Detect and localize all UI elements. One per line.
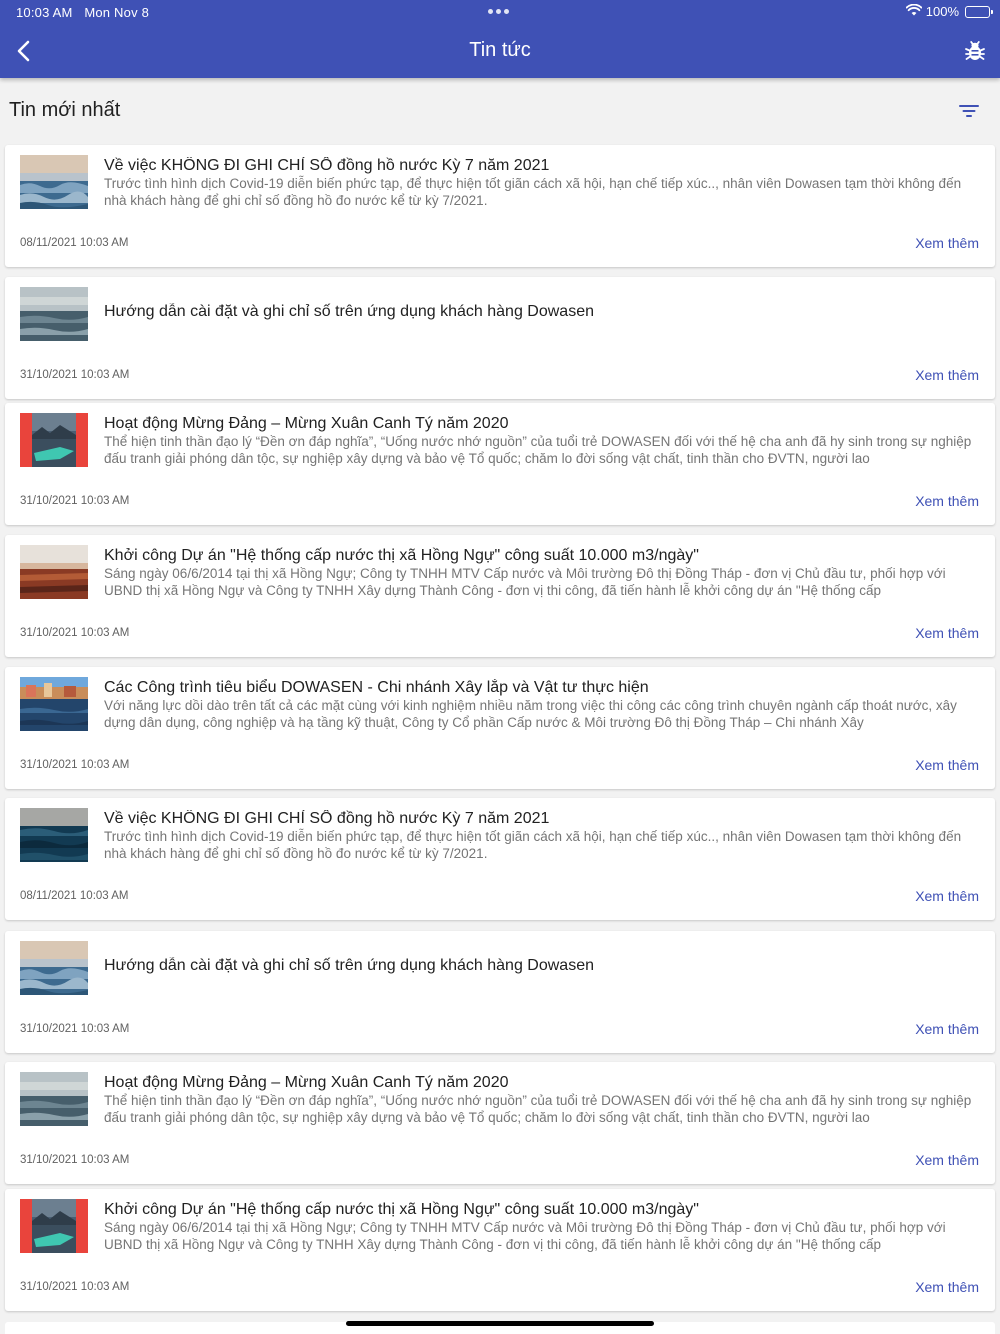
news-date: 31/10/2021 10:03 AM — [20, 369, 130, 381]
battery-percent: 100% — [925, 4, 959, 19]
news-thumbnail[interactable] — [20, 413, 88, 467]
news-title[interactable]: Hướng dẫn cài đặt và ghi chỉ số trên ứng… — [104, 957, 981, 975]
news-card[interactable]: Hoạt động Mừng Đảng – Mừng Xuân Canh Tý … — [5, 1062, 995, 1184]
news-thumbnail[interactable] — [20, 808, 88, 862]
news-thumbnail[interactable] — [20, 1199, 88, 1253]
page-title: Tin tức — [469, 39, 531, 61]
news-title[interactable]: Hướng dẫn cài đặt và ghi chỉ số trên ứng… — [104, 303, 981, 321]
status-right: 100% — [905, 3, 993, 19]
news-thumbnail[interactable] — [20, 155, 88, 209]
battery-icon — [965, 5, 993, 18]
section-title: Tin mới nhất — [9, 99, 121, 121]
wifi-icon — [905, 3, 923, 19]
news-thumbnail[interactable] — [20, 677, 88, 731]
bug-icon — [965, 41, 985, 60]
back-button[interactable] — [10, 36, 38, 66]
app-bar: 10:03 AM Mon Nov 8 100% Tin tức — [0, 0, 1000, 78]
status-bar: 10:03 AM Mon Nov 8 100% — [0, 0, 1000, 24]
news-thumbnail[interactable] — [20, 287, 88, 341]
filter-icon — [959, 105, 979, 117]
news-card[interactable]: Hoạt động Mừng Đảng – Mừng Xuân Canh Tý … — [5, 403, 995, 525]
news-date: 31/10/2021 10:03 AM — [20, 1281, 130, 1293]
news-description: Trước tình hình dịch Covid-19 diễn biến … — [104, 829, 962, 861]
filter-button[interactable] — [958, 100, 980, 122]
news-thumbnail[interactable] — [20, 941, 88, 995]
news-title[interactable]: Khởi công Dự án "Hệ thống cấp nước thị x… — [104, 547, 981, 565]
news-card[interactable]: Khởi công Dự án "Hệ thống cấp nước thị x… — [5, 1189, 995, 1311]
news-description: Với năng lực dồi dào trên tất cả các mặt… — [104, 698, 957, 730]
news-title[interactable]: Các Công trình tiêu biểu DOWASEN - Chi n… — [104, 679, 981, 697]
news-title[interactable]: Hoạt động Mừng Đảng – Mừng Xuân Canh Tý … — [104, 415, 981, 433]
read-more-link[interactable]: Xem thêm — [915, 1279, 979, 1295]
status-time: 10:03 AM — [16, 5, 73, 20]
news-description: Thể hiện tinh thần đạo lý “Đền ơn đáp ng… — [104, 1093, 972, 1125]
news-date: 31/10/2021 10:03 AM — [20, 1154, 130, 1166]
news-description: Thể hiện tinh thần đạo lý “Đền ơn đáp ng… — [104, 434, 972, 466]
news-date: 08/11/2021 10:03 AM — [20, 890, 129, 902]
news-card[interactable]: Hướng dẫn cài đặt và ghi chỉ số trên ứng… — [5, 277, 995, 399]
debug-button[interactable] — [962, 38, 988, 64]
news-card[interactable]: Hướng dẫn cài đặt và ghi chỉ số trên ứng… — [5, 931, 995, 1053]
multitasking-dots-icon[interactable] — [488, 9, 509, 14]
read-more-link[interactable]: Xem thêm — [915, 367, 979, 383]
read-more-link[interactable]: Xem thêm — [915, 1021, 979, 1037]
status-left: 10:03 AM Mon Nov 8 — [16, 5, 149, 20]
status-date: Mon Nov 8 — [84, 5, 150, 20]
news-date: 31/10/2021 10:03 AM — [20, 1023, 130, 1035]
chevron-left-icon — [17, 40, 30, 62]
news-title[interactable]: Hoạt động Mừng Đảng – Mừng Xuân Canh Tý … — [104, 1074, 981, 1092]
read-more-link[interactable]: Xem thêm — [915, 1152, 979, 1168]
news-card[interactable]: Khởi công Dự án "Hệ thống cấp nước thị x… — [5, 535, 995, 657]
news-title[interactable]: Khởi công Dự án "Hệ thống cấp nước thị x… — [104, 1201, 981, 1219]
read-more-link[interactable]: Xem thêm — [915, 235, 979, 251]
news-card[interactable]: Về việc KHÔNG ĐI GHI CHỈ SỐ đồng hồ nước… — [5, 798, 995, 920]
news-description: Sáng ngày 06/6/2014 tại thị xã Hồng Ngự;… — [104, 1220, 946, 1252]
news-date: 31/10/2021 10:03 AM — [20, 759, 130, 771]
news-title[interactable]: Về việc KHÔNG ĐI GHI CHỈ SỐ đồng hồ nước… — [104, 157, 981, 175]
news-date: 31/10/2021 10:03 AM — [20, 495, 130, 507]
news-description: Trước tình hình dịch Covid-19 diễn biến … — [104, 176, 962, 208]
news-card[interactable]: Các Công trình tiêu biểu DOWASEN - Chi n… — [5, 667, 995, 789]
read-more-link[interactable]: Xem thêm — [915, 757, 979, 773]
news-card[interactable]: Về việc KHÔNG ĐI GHI CHỈ SỐ đồng hồ nước… — [5, 145, 995, 267]
home-indicator[interactable] — [346, 1321, 654, 1326]
read-more-link[interactable]: Xem thêm — [915, 493, 979, 509]
read-more-link[interactable]: Xem thêm — [915, 888, 979, 904]
news-title[interactable]: Về việc KHÔNG ĐI GHI CHỈ SỐ đồng hồ nước… — [104, 810, 981, 828]
news-description: Sáng ngày 06/6/2014 tại thị xã Hồng Ngự;… — [104, 566, 946, 598]
news-date: 08/11/2021 10:03 AM — [20, 237, 129, 249]
news-thumbnail[interactable] — [20, 1072, 88, 1126]
news-thumbnail[interactable] — [20, 545, 88, 599]
read-more-link[interactable]: Xem thêm — [915, 625, 979, 641]
section-header: Tin mới nhất — [0, 78, 1000, 142]
news-date: 31/10/2021 10:03 AM — [20, 627, 130, 639]
